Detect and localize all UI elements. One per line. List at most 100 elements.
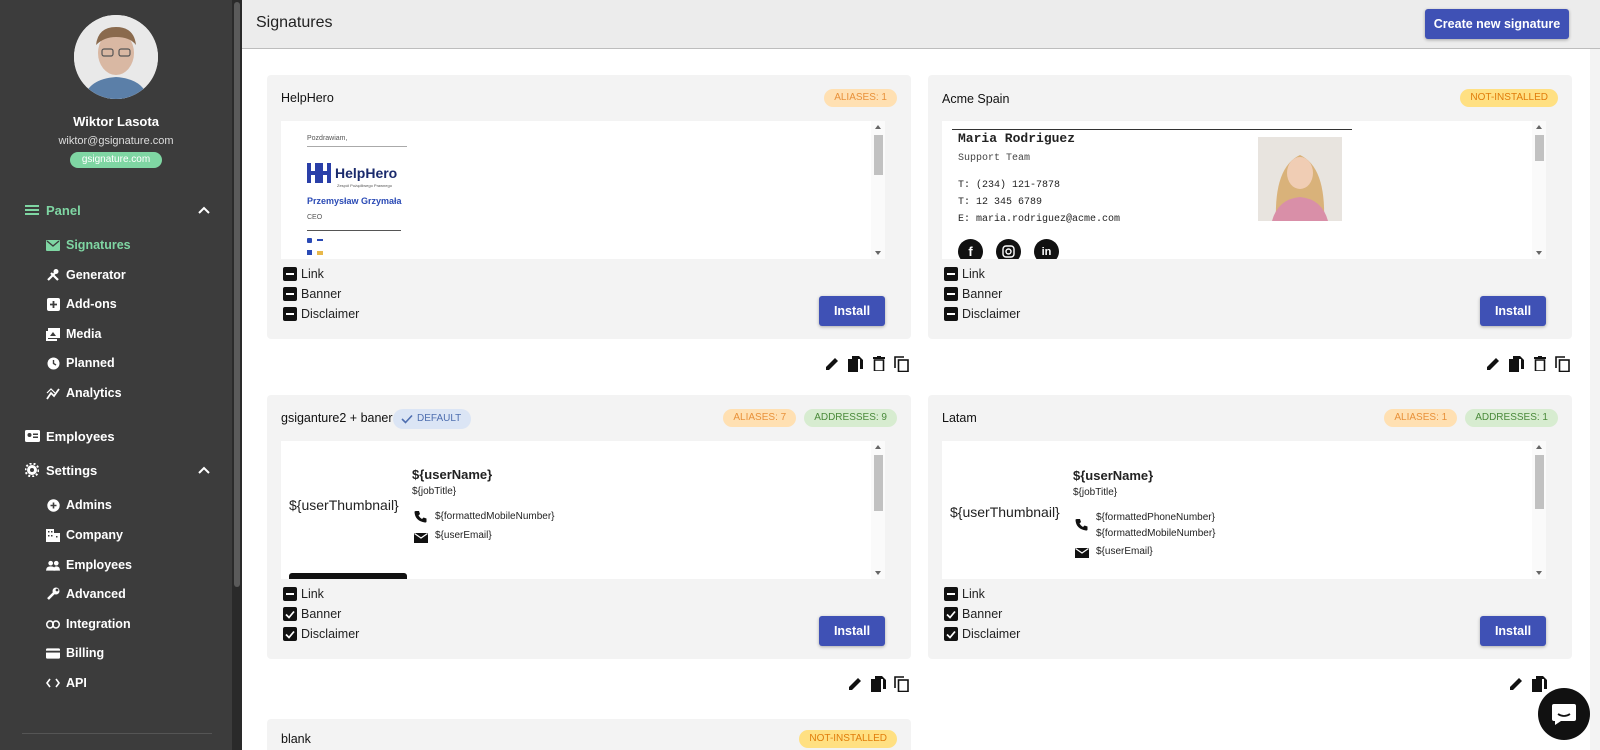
option-disclaimer[interactable]: Disclaimer bbox=[944, 305, 1020, 323]
nav-item-company[interactable]: Company bbox=[46, 526, 123, 544]
nav-item-media[interactable]: Media bbox=[46, 325, 101, 343]
option-link[interactable]: Link bbox=[283, 265, 324, 283]
send-icon bbox=[307, 250, 312, 255]
main-scrollbar[interactable] bbox=[1590, 49, 1600, 750]
avatar-image bbox=[74, 15, 158, 99]
install-button[interactable]: Install bbox=[1480, 296, 1546, 326]
helphero-logo: HelpHero bbox=[307, 163, 397, 183]
option-banner[interactable]: Banner bbox=[944, 605, 1002, 623]
minus-checkbox-icon[interactable] bbox=[944, 587, 958, 601]
duplicate-icon[interactable] bbox=[1554, 355, 1571, 372]
nav-item-label: Planned bbox=[66, 356, 115, 370]
option-banner[interactable]: Banner bbox=[283, 285, 341, 303]
nav-item-admins[interactable]: Admins bbox=[46, 496, 112, 514]
checked-checkbox-icon[interactable] bbox=[944, 627, 958, 641]
sidebar-divider bbox=[22, 733, 212, 734]
phone-icon bbox=[307, 238, 312, 243]
linkedin-icon[interactable]: in bbox=[1034, 239, 1059, 259]
install-button[interactable]: Install bbox=[819, 296, 885, 326]
signature-card-latam: Latam ALIASES: 1 ADDRESSES: 1 ${userThum… bbox=[928, 395, 1572, 659]
option-link[interactable]: Link bbox=[283, 585, 324, 603]
minus-checkbox-icon[interactable] bbox=[944, 307, 958, 321]
checked-checkbox-icon[interactable] bbox=[944, 607, 958, 621]
nav-item-integration[interactable]: Integration bbox=[46, 615, 131, 633]
nav-item-label: Employees bbox=[66, 558, 133, 572]
nav-item-signatures[interactable]: Signatures bbox=[46, 236, 131, 254]
thumbnail-placeholder: ${userThumbnail} bbox=[289, 497, 399, 513]
preview-scrollbar[interactable] bbox=[871, 441, 885, 579]
edit-icon[interactable] bbox=[847, 675, 864, 692]
minus-checkbox-icon[interactable] bbox=[944, 287, 958, 301]
minus-checkbox-icon[interactable] bbox=[944, 267, 958, 281]
copy-file-icon[interactable] bbox=[1531, 675, 1548, 692]
preview-scrollbar[interactable] bbox=[1532, 441, 1546, 579]
chat-button[interactable] bbox=[1538, 688, 1590, 740]
nav-item-billing[interactable]: Billing bbox=[46, 644, 104, 662]
checked-checkbox-icon[interactable] bbox=[283, 607, 297, 621]
instagram-icon[interactable] bbox=[996, 239, 1021, 259]
nav-item-planned[interactable]: Planned bbox=[46, 354, 115, 372]
nav-item-addons[interactable]: Add-ons bbox=[46, 295, 117, 313]
checked-checkbox-icon[interactable] bbox=[283, 627, 297, 641]
nav-settings[interactable]: Settings bbox=[24, 460, 97, 480]
option-disclaimer[interactable]: Disclaimer bbox=[283, 625, 359, 643]
duplicate-icon[interactable] bbox=[893, 675, 910, 692]
sender-phone-1: T: (234) 121-7878 bbox=[958, 180, 1061, 191]
mobile-placeholder: ${formattedMobileNumber} bbox=[435, 511, 555, 522]
minus-checkbox-icon[interactable] bbox=[283, 307, 297, 321]
card-actions bbox=[824, 355, 910, 372]
not-installed-badge: NOT-INSTALLED bbox=[799, 730, 897, 748]
nav-item-settings-employees[interactable]: Employees bbox=[46, 556, 132, 574]
nav-panel[interactable]: Panel bbox=[24, 200, 81, 220]
mail-icon bbox=[46, 238, 60, 252]
badge-icon bbox=[24, 428, 40, 444]
install-button[interactable]: Install bbox=[1480, 616, 1546, 646]
avatar bbox=[74, 15, 158, 99]
nav-item-api[interactable]: API bbox=[46, 674, 87, 692]
nav-item-advanced[interactable]: Advanced bbox=[46, 585, 126, 603]
delete-icon[interactable] bbox=[1531, 355, 1548, 372]
nav-employees[interactable]: Employees bbox=[24, 426, 115, 446]
nav-settings-label: Settings bbox=[46, 462, 98, 478]
sidebar-scrollbar[interactable] bbox=[232, 0, 242, 750]
create-signature-button[interactable]: Create new signature bbox=[1425, 9, 1569, 39]
card-title: Latam bbox=[942, 411, 977, 425]
signature-preview: ${userThumbnail} ${userName} ${jobTitle}… bbox=[942, 441, 1546, 579]
chevron-up-icon[interactable] bbox=[196, 202, 212, 218]
option-link[interactable]: Link bbox=[944, 585, 985, 603]
option-banner[interactable]: Banner bbox=[944, 285, 1002, 303]
nav-item-label: Add-ons bbox=[66, 297, 117, 311]
preview-scrollbar[interactable] bbox=[871, 121, 885, 259]
delete-icon[interactable] bbox=[870, 355, 887, 372]
copy-file-icon[interactable] bbox=[870, 675, 887, 692]
tools-icon bbox=[46, 268, 60, 282]
nav-item-analytics[interactable]: Analytics bbox=[46, 384, 122, 402]
facebook-icon[interactable]: f bbox=[958, 239, 983, 259]
aliases-badge: ALIASES: 1 bbox=[824, 89, 897, 107]
nav-item-generator[interactable]: Generator bbox=[46, 266, 126, 284]
option-disclaimer[interactable]: Disclaimer bbox=[283, 305, 359, 323]
preview-scrollbar[interactable] bbox=[1532, 121, 1546, 259]
minus-checkbox-icon[interactable] bbox=[283, 587, 297, 601]
people-icon bbox=[46, 558, 60, 572]
edit-icon[interactable] bbox=[1508, 675, 1525, 692]
install-button[interactable]: Install bbox=[819, 616, 885, 646]
minus-checkbox-icon[interactable] bbox=[283, 267, 297, 281]
card-actions bbox=[1508, 675, 1548, 692]
minus-checkbox-icon[interactable] bbox=[283, 287, 297, 301]
check-icon bbox=[401, 414, 413, 424]
option-banner[interactable]: Banner bbox=[283, 605, 341, 623]
copy-file-icon[interactable] bbox=[1508, 355, 1525, 372]
add-circle-icon bbox=[46, 498, 60, 512]
copy-file-icon[interactable] bbox=[847, 355, 864, 372]
nav-item-label: Advanced bbox=[66, 587, 126, 601]
mail-icon bbox=[1075, 545, 1089, 563]
duplicate-icon[interactable] bbox=[893, 355, 910, 372]
edit-icon[interactable] bbox=[824, 355, 841, 372]
card-title: gsiganture2 + baner bbox=[281, 411, 393, 425]
option-disclaimer[interactable]: Disclaimer bbox=[944, 625, 1020, 643]
chevron-up-icon[interactable] bbox=[196, 462, 212, 478]
edit-icon[interactable] bbox=[1485, 355, 1502, 372]
option-link[interactable]: Link bbox=[944, 265, 985, 283]
card-title: HelpHero bbox=[281, 91, 334, 105]
